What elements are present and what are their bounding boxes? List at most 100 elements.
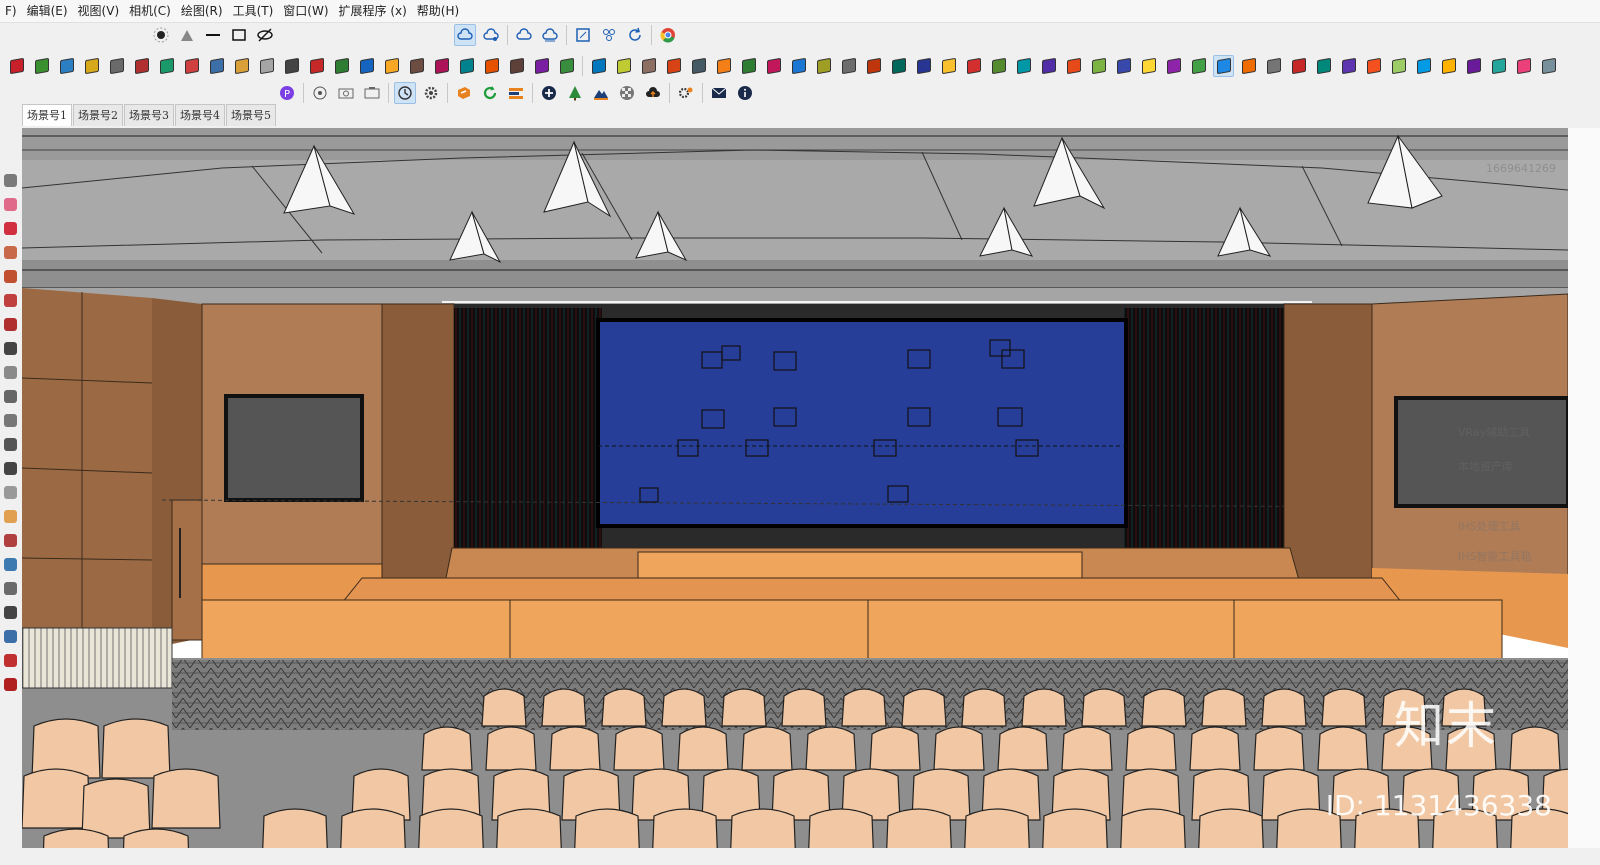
toolbar2-plugin-icon-50[interactable]	[1263, 55, 1284, 77]
freehand-icon[interactable]	[1, 219, 19, 237]
toolbar2-plugin-icon-52[interactable]	[1313, 55, 1334, 77]
frame-icon[interactable]	[572, 24, 594, 46]
orbit-icon[interactable]	[309, 82, 331, 104]
toolbar2-plugin-icon-38[interactable]	[963, 55, 984, 77]
refresh-green-icon[interactable]	[479, 82, 501, 104]
toolbar2-plugin-icon-5[interactable]	[131, 55, 152, 77]
menu-item-2[interactable]: 视图(V)	[73, 0, 125, 22]
toolbar2-plugin-icon-45[interactable]	[1138, 55, 1159, 77]
toolbar2-plugin-icon-11[interactable]	[281, 55, 302, 77]
toolbar2-plugin-icon-37[interactable]	[938, 55, 959, 77]
toolbar2-plugin-icon-15[interactable]	[381, 55, 402, 77]
toolbar2-plugin-icon-33[interactable]	[838, 55, 859, 77]
toolbar2-plugin-icon-17[interactable]	[431, 55, 452, 77]
menu-item-6[interactable]: 窗口(W)	[278, 0, 333, 22]
cog-icon[interactable]	[675, 82, 697, 104]
pan-icon[interactable]	[1, 555, 19, 573]
toolbar2-plugin-icon-20[interactable]	[506, 55, 527, 77]
toolbar2-plugin-icon-14[interactable]	[356, 55, 377, 77]
cloud-upload-icon[interactable]	[513, 24, 535, 46]
toolbar2-plugin-icon-16[interactable]	[406, 55, 427, 77]
hide-icon[interactable]	[254, 24, 276, 46]
mail-icon[interactable]	[708, 82, 730, 104]
select-icon[interactable]	[1, 171, 19, 189]
orbit-icon[interactable]	[1, 531, 19, 549]
toolbar2-plugin-icon-27[interactable]	[688, 55, 709, 77]
position-icon[interactable]	[1, 675, 19, 693]
camera2-icon[interactable]	[361, 82, 383, 104]
circle-icon[interactable]	[1, 267, 19, 285]
cloud-upload-icon[interactable]	[642, 82, 664, 104]
toolbar2-plugin-icon-18[interactable]	[456, 55, 477, 77]
tab-scene-5[interactable]: 场景号5	[226, 104, 276, 126]
toolbar2-plugin-icon-7[interactable]	[181, 55, 202, 77]
toolbar2-plugin-icon-57[interactable]	[1438, 55, 1459, 77]
settings-gear-icon[interactable]	[420, 82, 442, 104]
line-style-icon[interactable]	[202, 24, 224, 46]
clock-icon[interactable]	[394, 82, 416, 104]
checker-icon[interactable]	[616, 82, 638, 104]
look-icon[interactable]	[1, 651, 19, 669]
menu-item-3[interactable]: 相机(C)	[124, 0, 176, 22]
tab-scene-3[interactable]: 场景号3	[124, 104, 174, 126]
toolbar2-plugin-icon-25[interactable]	[638, 55, 659, 77]
toolbar2-plugin-icon-22[interactable]	[556, 55, 577, 77]
section-icon[interactable]	[1, 627, 19, 645]
paint-icon[interactable]	[1, 507, 19, 525]
shadow-icon[interactable]	[150, 24, 172, 46]
rectangle-icon[interactable]	[228, 24, 250, 46]
toolbar2-plugin-icon-42[interactable]	[1063, 55, 1084, 77]
tree-icon[interactable]	[564, 82, 586, 104]
toolbar2-plugin-icon-59[interactable]	[1488, 55, 1509, 77]
pushpull-icon[interactable]	[1, 315, 19, 333]
menu-item-5[interactable]: 工具(T)	[228, 0, 279, 22]
move-icon[interactable]	[1, 339, 19, 357]
toolbar2-plugin-icon-44[interactable]	[1113, 55, 1134, 77]
toolbar2-plugin-icon-23[interactable]	[588, 55, 609, 77]
toolbar2-plugin-icon-58[interactable]	[1463, 55, 1484, 77]
toolbar2-plugin-icon-28[interactable]	[713, 55, 734, 77]
toolbar2-plugin-icon-29[interactable]	[738, 55, 759, 77]
add-icon[interactable]	[538, 82, 560, 104]
sketchup-logo-icon[interactable]	[453, 82, 475, 104]
toolbar2-plugin-icon-10[interactable]	[256, 55, 277, 77]
plugin-p-icon[interactable]: P	[276, 82, 298, 104]
rotate-icon[interactable]	[1, 363, 19, 381]
cloud-sync-icon[interactable]	[454, 24, 476, 46]
toolbar2-plugin-icon-6[interactable]	[156, 55, 177, 77]
model-viewport[interactable]: 知末 ID: 1131436338	[22, 128, 1568, 848]
toolbar2-plugin-icon-12[interactable]	[306, 55, 327, 77]
toolbar2-plugin-icon-0[interactable]	[6, 55, 27, 77]
offset-icon[interactable]	[1, 411, 19, 429]
toolbar2-plugin-icon-47[interactable]	[1188, 55, 1209, 77]
toolbar2-plugin-icon-55[interactable]	[1388, 55, 1409, 77]
menu-item-7[interactable]: 扩展程序 (x)	[334, 0, 412, 22]
eraser-icon[interactable]	[1, 195, 19, 213]
toolbar2-plugin-icon-56[interactable]	[1413, 55, 1434, 77]
toolbar2-plugin-icon-4[interactable]	[106, 55, 127, 77]
tab-scene-1[interactable]: 场景号1	[22, 104, 72, 126]
camera-icon[interactable]	[335, 82, 357, 104]
toolbar2-plugin-icon-8[interactable]	[206, 55, 227, 77]
chrome-icon[interactable]	[657, 24, 679, 46]
toolbar2-plugin-icon-1[interactable]	[31, 55, 52, 77]
toolbar2-plugin-icon-49[interactable]	[1238, 55, 1259, 77]
tab-scene-2[interactable]: 场景号2	[73, 104, 123, 126]
toolbar2-plugin-icon-21[interactable]	[531, 55, 552, 77]
toolbar2-plugin-icon-36[interactable]	[913, 55, 934, 77]
toolbar2-plugin-icon-46[interactable]	[1163, 55, 1184, 77]
bars-icon[interactable]	[505, 82, 527, 104]
toolbar2-plugin-icon-35[interactable]	[888, 55, 909, 77]
toolbar2-plugin-icon-31[interactable]	[788, 55, 809, 77]
toolbar2-plugin-icon-32[interactable]	[813, 55, 834, 77]
rectangle-icon[interactable]	[1, 243, 19, 261]
scale-icon[interactable]	[1, 387, 19, 405]
toolbar2-plugin-icon-9[interactable]	[231, 55, 252, 77]
toolbar2-plugin-icon-53[interactable]	[1338, 55, 1359, 77]
toolbar2-plugin-icon-60[interactable]	[1513, 55, 1534, 77]
toolbar2-plugin-icon-34[interactable]	[863, 55, 884, 77]
toolbar2-plugin-icon-3[interactable]	[81, 55, 102, 77]
refresh-icon[interactable]	[624, 24, 646, 46]
menu-item-8[interactable]: 帮助(H)	[412, 0, 464, 22]
cloud-download-icon[interactable]	[539, 24, 561, 46]
